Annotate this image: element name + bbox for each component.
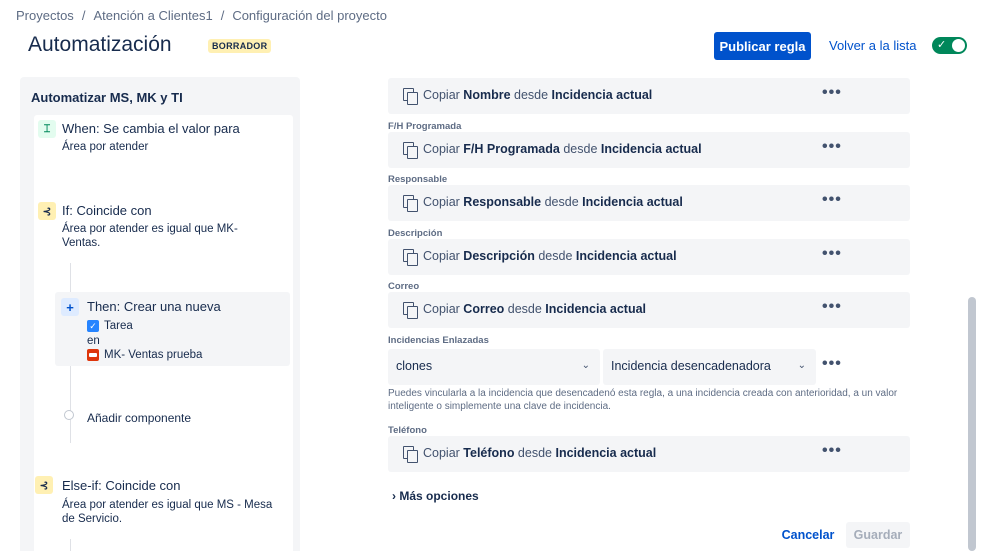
scrollbar[interactable] xyxy=(968,297,976,551)
field-row-responsable[interactable]: Copiar Responsable desde Incidencia actu… xyxy=(388,185,910,221)
check-icon: ✓ xyxy=(937,39,947,51)
elseif-condition-desc-1: Área por atender es igual que MS - Mesa xyxy=(62,499,273,511)
field-row-fh-programada[interactable]: Copiar F/H Programada desde Incidencia a… xyxy=(388,132,910,168)
more-actions-icon[interactable]: ••• xyxy=(822,355,842,373)
breadcrumb-settings[interactable]: Configuración del proyecto xyxy=(232,8,387,23)
field-label: Incidencias Enlazadas xyxy=(388,335,489,346)
connector-text: en xyxy=(87,335,100,347)
more-actions-icon[interactable]: ••• xyxy=(822,245,842,263)
more-actions-icon[interactable]: ••• xyxy=(822,138,842,156)
breadcrumb: Proyectos / Atención a Clientes1 / Confi… xyxy=(16,8,387,23)
field-row-nombre[interactable]: Copiar Nombre desde Incidencia actual ••… xyxy=(388,78,910,114)
field-row-telefono[interactable]: Copiar Teléfono desde Incidencia actual … xyxy=(388,436,910,472)
copy-field-text: Copiar Nombre desde Incidencia actual xyxy=(423,88,653,102)
trigger-desc: Área por atender xyxy=(62,141,149,153)
target-project: MK- Ventas prueba xyxy=(87,348,202,362)
breadcrumb-separator: / xyxy=(220,8,225,23)
linked-help-text: Puedes vincularla a la incidencia que de… xyxy=(388,388,898,412)
trigger-title[interactable]: When: Se cambia el valor para xyxy=(62,121,240,136)
field-label: Responsable xyxy=(388,174,448,185)
copy-field-text: Copiar Responsable desde Incidencia actu… xyxy=(423,195,683,209)
back-to-list-link[interactable]: Volver a la lista xyxy=(829,38,916,53)
condition-icon: ⊰ xyxy=(38,202,56,220)
status-badge: BORRADOR xyxy=(208,39,272,53)
if-condition-desc-2: Ventas. xyxy=(62,237,101,249)
copy-icon xyxy=(403,302,418,319)
copy-field-text: Copiar Correo desde Incidencia actual xyxy=(423,302,647,316)
plus-icon: + xyxy=(61,298,79,316)
copy-icon xyxy=(403,195,418,212)
rule-enabled-toggle[interactable]: ✓ xyxy=(932,37,967,54)
field-row-descripcion[interactable]: Copiar Descripción desde Incidencia actu… xyxy=(388,239,910,275)
issue-type-label: Tarea xyxy=(104,320,133,332)
copy-icon xyxy=(403,142,418,159)
page-title: Automatización xyxy=(28,33,172,56)
copy-field-text: Copiar F/H Programada desde Incidencia a… xyxy=(423,142,702,156)
if-condition-desc-1: Área por atender es igual que MK- xyxy=(62,223,238,235)
link-target-value: Incidencia desencadenadora xyxy=(611,359,771,373)
elseif-condition-desc-2: de Servicio. xyxy=(62,513,123,525)
rule-outline-panel: Automatizar MS, MK y TI ⌶ When: Se cambi… xyxy=(20,77,300,551)
more-actions-icon[interactable]: ••• xyxy=(822,298,842,316)
field-label: Descripción xyxy=(388,228,443,239)
add-component-dot xyxy=(64,410,74,420)
chevron-down-icon: ⌄ xyxy=(581,360,590,371)
copy-icon xyxy=(403,249,418,266)
condition-icon: ⊰ xyxy=(35,476,53,494)
field-row-correo[interactable]: Copiar Correo desde Incidencia actual ••… xyxy=(388,292,910,328)
link-type-select[interactable]: clones ⌄ xyxy=(388,349,600,385)
chevron-right-icon: › xyxy=(392,489,396,503)
more-options-toggle[interactable]: › Más opciones xyxy=(392,489,479,503)
add-component-link[interactable]: Añadir componente xyxy=(87,411,191,425)
rule-name[interactable]: Automatizar MS, MK y TI xyxy=(31,90,183,105)
publish-rule-button[interactable]: Publicar regla xyxy=(714,32,811,60)
copy-field-text: Copiar Descripción desde Incidencia actu… xyxy=(423,249,677,263)
task-icon: ✓ xyxy=(87,319,99,332)
project-label: MK- Ventas prueba xyxy=(104,349,203,361)
issue-type: ✓ Tarea xyxy=(87,319,133,333)
breadcrumb-project[interactable]: Atención a Clientes1 xyxy=(93,8,212,23)
breadcrumb-projects[interactable]: Proyectos xyxy=(16,8,74,23)
field-label: Correo xyxy=(388,281,420,292)
breadcrumb-separator: / xyxy=(81,8,86,23)
more-options-label: Más opciones xyxy=(399,489,479,503)
then-action-title: Then: Crear una nueva xyxy=(87,299,221,314)
elseif-condition-title[interactable]: Else-if: Coincide con xyxy=(62,478,181,493)
link-type-value: clones xyxy=(396,359,433,373)
field-label: Teléfono xyxy=(388,425,427,436)
field-label: F/H Programada xyxy=(388,121,462,132)
save-button[interactable]: Guardar xyxy=(846,522,910,548)
more-actions-icon[interactable]: ••• xyxy=(822,442,842,460)
cancel-button[interactable]: Cancelar xyxy=(778,522,838,548)
copy-icon xyxy=(403,446,418,463)
link-target-select[interactable]: Incidencia desencadenadora ⌄ xyxy=(603,349,816,385)
more-actions-icon[interactable]: ••• xyxy=(822,84,842,102)
if-condition-title[interactable]: If: Coincide con xyxy=(62,203,152,218)
chevron-down-icon: ⌄ xyxy=(797,360,806,371)
copy-icon xyxy=(403,88,418,105)
branch-line xyxy=(70,539,71,551)
trigger-icon: ⌶ xyxy=(38,120,56,138)
copy-field-text: Copiar Teléfono desde Incidencia actual xyxy=(423,446,657,460)
more-actions-icon[interactable]: ••• xyxy=(822,191,842,209)
project-icon xyxy=(87,348,99,361)
toggle-knob xyxy=(952,39,965,52)
then-action-card[interactable]: + Then: Crear una nueva ✓ Tarea en MK- Ve… xyxy=(55,292,290,366)
